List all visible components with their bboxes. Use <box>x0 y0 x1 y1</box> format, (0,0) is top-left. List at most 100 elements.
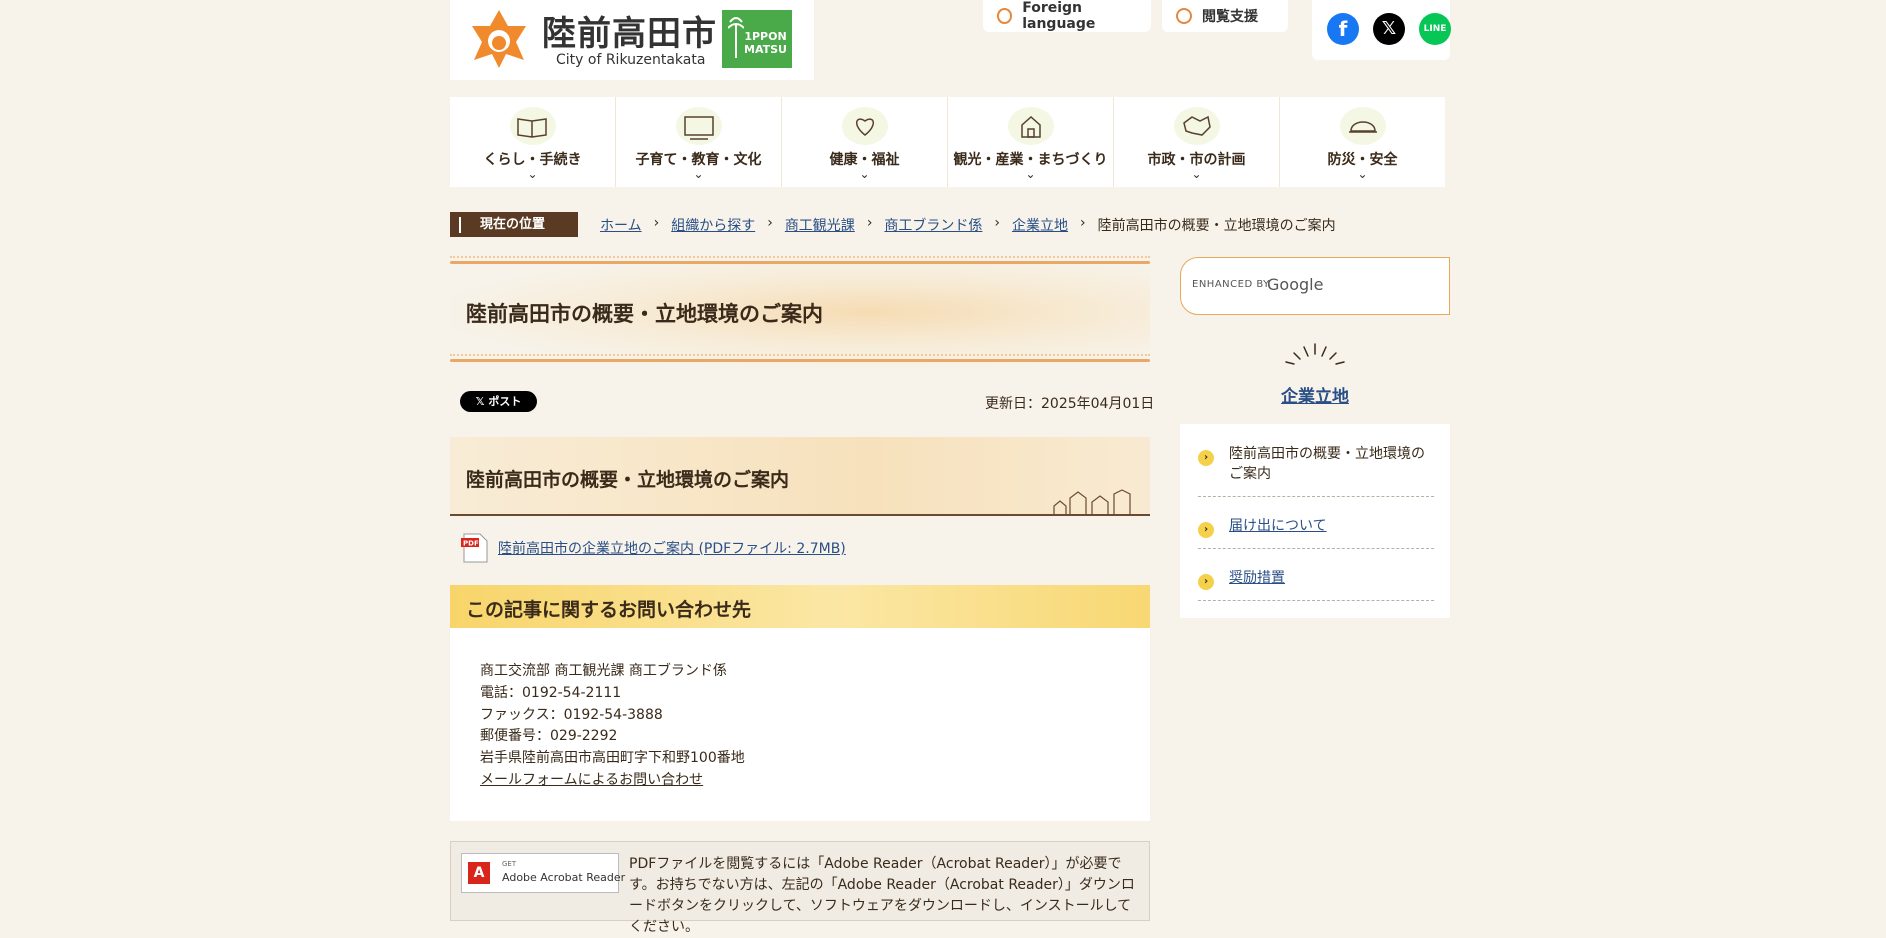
contact-heading-band: この記事に関するお問い合わせ先 <box>450 585 1150 628</box>
breadcrumb-home[interactable]: ホーム <box>600 215 642 235</box>
page-title-band: 陸前高田市の概要・立地環境のご案内 <box>450 256 1150 368</box>
flag-icon <box>459 217 461 233</box>
chevron-down-icon: ⌄ <box>1025 167 1036 181</box>
contact-postal: 郵便番号：029-2292 <box>480 728 618 744</box>
helmet-icon <box>1339 107 1386 145</box>
nav-label: 観光・産業・まちづくり <box>953 152 1108 168</box>
adobe-button-label: Adobe Acrobat Reader <box>502 871 626 884</box>
x-post-button[interactable]: 𝕏 ポスト <box>460 391 537 412</box>
nav-label: 健康・福祉 <box>829 152 900 168</box>
globe-icon <box>997 8 1013 24</box>
foreign-language-button[interactable]: Foreign language <box>983 0 1151 32</box>
nav-label: 市政・市の計画 <box>1147 152 1246 168</box>
town-icon <box>1007 107 1054 145</box>
nav-item-shisei[interactable]: 市政・市の計画 ⌄ <box>1114 97 1280 187</box>
sidebar-item-incentives[interactable]: › 奨励措置 <box>1198 568 1434 601</box>
chevron-down-icon: ⌄ <box>527 167 538 181</box>
sun-rays-icon <box>1285 343 1345 365</box>
breadcrumb-separator: › <box>994 215 1001 231</box>
foreign-language-label: Foreign language <box>1022 0 1096 32</box>
section-heading-band: 陸前高田市の概要・立地環境のご案内 <box>450 437 1150 516</box>
breadcrumb-category[interactable]: 企業立地 <box>1012 215 1068 235</box>
updated-date: 更新日：2025年04月01日 <box>985 396 1155 412</box>
divider <box>450 261 1150 264</box>
contact-department: 商工交流部 商工観光課 商工ブランド係 <box>480 663 727 679</box>
chevron-down-icon: ⌄ <box>859 167 870 181</box>
acrobat-icon: A <box>468 862 490 884</box>
accessibility-label: 閲覧支援 <box>1202 9 1258 25</box>
breadcrumb-separator: › <box>767 215 773 231</box>
hand-heart-icon <box>841 107 888 145</box>
breadcrumb-department[interactable]: 商工観光課 <box>785 215 855 235</box>
adobe-notice: A GET Adobe Acrobat Reader PDFファイルを閲覧するに… <box>450 841 1150 935</box>
sidebar-item-label: 陸前高田市の概要・立地環境のご案内 <box>1229 446 1425 482</box>
breadcrumb-separator: › <box>1080 215 1086 231</box>
book-pencil-icon <box>509 107 556 145</box>
breadcrumb-section[interactable]: 商工ブランド係 <box>884 215 982 235</box>
ippon-line2: MATSU <box>744 43 787 56</box>
city-emblem-icon <box>472 10 526 68</box>
breadcrumb-organization[interactable]: 組織から探す <box>671 215 755 235</box>
adobe-get-label: GET <box>502 860 517 868</box>
pdf-link[interactable]: 陸前高田市の企業立地のご案内 (PDFファイル: 2.7MB) <box>498 538 846 558</box>
logo-subtitle: City of Rikuzentakata <box>556 52 706 68</box>
breadcrumb-label-text: 現在の位置 <box>480 217 546 232</box>
chevron-down-icon: ⌄ <box>693 167 704 181</box>
chevron-right-icon: › <box>1198 522 1214 538</box>
breadcrumb-label: 現在の位置 <box>450 212 578 237</box>
nav-item-kosodate[interactable]: 子育て・教育・文化 ⌄ <box>616 97 782 187</box>
sidebar-item-overview[interactable]: › 陸前高田市の概要・立地環境のご案内 <box>1198 444 1434 497</box>
sidebar-item-label[interactable]: 奨励措置 <box>1229 568 1434 588</box>
divider <box>450 256 1150 258</box>
nav-item-kenko[interactable]: 健康・福祉 ⌄ <box>782 97 948 187</box>
contact-heading: この記事に関するお問い合わせ先 <box>466 599 752 621</box>
divider <box>450 354 1150 356</box>
nav-item-kanko[interactable]: 観光・産業・まちづくり ⌄ <box>948 97 1114 187</box>
adobe-reader-download-button[interactable]: A GET Adobe Acrobat Reader <box>461 853 625 893</box>
sidebar-item-notification[interactable]: › 届け出について <box>1198 516 1434 549</box>
contact-address: 岩手県陸前高田市高田町字下和野100番地 <box>480 750 745 766</box>
sns-links: f 𝕏 LINE <box>1312 0 1451 60</box>
breadcrumb-separator: › <box>866 215 873 231</box>
global-nav: くらし・手続き ⌄ 子育て・教育・文化 ⌄ 健康・福祉 ⌄ 観光・産業・まちづく… <box>450 97 1445 187</box>
contact-mail-link[interactable]: メールフォームによるお問い合わせ <box>480 769 703 789</box>
sidebar-item-label[interactable]: 届け出について <box>1229 516 1434 536</box>
google-search-input[interactable]: ENHANCED BY Google <box>1180 257 1450 315</box>
nav-label: 防災・安全 <box>1327 152 1398 168</box>
divider <box>450 359 1150 362</box>
chevron-right-icon: › <box>1198 574 1214 590</box>
nav-item-bosai[interactable]: 防災・安全 ⌄ <box>1280 97 1445 187</box>
breadcrumb: ホーム › 組織から探す › 商工観光課 › 商工ブランド係 › 企業立地 › … <box>600 215 1336 235</box>
site-logo[interactable]: 陸前高田市 City of Rikuzentakata 1PPON MATSU <box>450 0 814 80</box>
line-icon[interactable]: LINE <box>1419 13 1451 45</box>
ippon-matsu-logo: 1PPON MATSU <box>722 10 792 68</box>
x-icon[interactable]: 𝕏 <box>1373 13 1405 45</box>
svg-text:PDF: PDF <box>463 540 479 548</box>
google-logo: Google <box>1267 275 1324 294</box>
chevron-down-icon: ⌄ <box>1357 167 1368 181</box>
breadcrumb-current: 陸前高田市の概要・立地環境のご案内 <box>1097 218 1336 234</box>
smile-icon <box>1176 8 1192 24</box>
page-title: 陸前高田市の概要・立地環境のご案内 <box>466 302 823 326</box>
chevron-right-icon: › <box>1198 450 1214 466</box>
facebook-icon[interactable]: f <box>1327 13 1359 45</box>
chevron-down-icon: ⌄ <box>1191 167 1202 181</box>
adobe-notice-text: PDFファイルを閲覧するには「Adobe Reader（Acrobat Read… <box>629 856 1135 935</box>
nav-label: くらし・手続き <box>483 152 582 168</box>
ippon-line1: 1PPON <box>744 30 787 43</box>
map-icon <box>1173 107 1220 145</box>
blackboard-icon <box>675 107 722 145</box>
contact-phone: 電話：0192-54-2111 <box>480 685 622 701</box>
sidebar-list: › 陸前高田市の概要・立地環境のご案内 › 届け出について › 奨励措置 <box>1180 424 1450 618</box>
nav-item-kurashi[interactable]: くらし・手続き ⌄ <box>450 97 616 187</box>
contact-fax: ファックス：0192-54-3888 <box>480 707 663 723</box>
sidebar-title[interactable]: 企業立地 <box>1180 382 1450 407</box>
contact-info: 商工交流部 商工観光課 商工ブランド係 電話：0192-54-2111 ファック… <box>450 628 1150 821</box>
pdf-attachment: PDF 陸前高田市の企業立地のご案内 (PDFファイル: 2.7MB) <box>460 533 846 563</box>
pdf-icon: PDF <box>460 533 490 563</box>
section-heading: 陸前高田市の概要・立地環境のご案内 <box>466 469 790 491</box>
accessibility-button[interactable]: 閲覧支援 <box>1162 0 1288 32</box>
search-enhanced-label: ENHANCED BY <box>1192 279 1270 290</box>
houses-icon <box>1053 489 1131 514</box>
breadcrumb-separator: › <box>653 215 660 231</box>
